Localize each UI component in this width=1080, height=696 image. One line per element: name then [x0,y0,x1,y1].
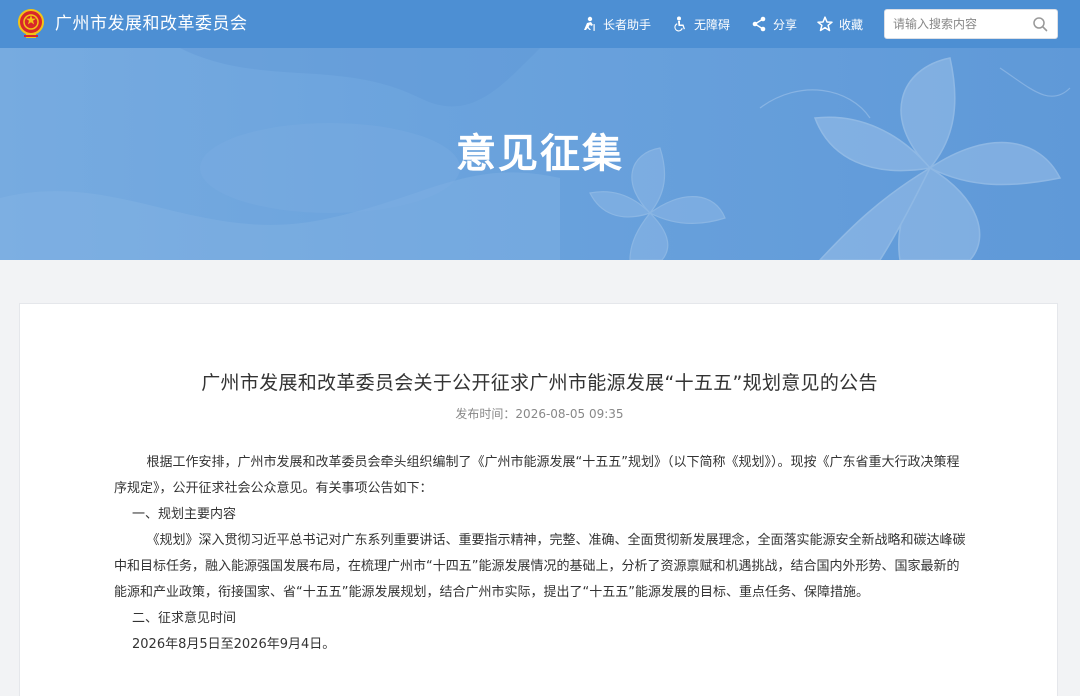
section-heading: 二、征求意见时间 [132,611,237,626]
brand[interactable]: 广州市发展和改革委员会 [18,9,248,39]
share-label: 分享 [773,17,798,32]
accessibility-button[interactable]: 无障碍 [672,15,730,33]
search-input[interactable] [893,10,1025,38]
page-banner: 意见征集 [0,48,1080,260]
article-paragraph: 根据工作安排，广州市发展和改革委员会牵头组织编制了《广州市能源发展“十五五”规划… [114,455,960,496]
publish-time: 发布时间：2026-08-05 09:35 [455,407,624,421]
elder-assist-button[interactable]: 长者助手 [581,15,651,33]
national-emblem-icon [18,9,44,38]
share-button[interactable]: 分享 [751,15,797,33]
share-icon [752,16,766,32]
article-paragraph: 《规划》深入贯彻习近平总书记对广东系列重要讲话、重要指示精神，完整、准确、全面贯… [114,533,966,600]
article-card: 广州市发展和改革委员会关于公开征求广州市能源发展“十五五”规划意见的公告 发布时… [19,303,1058,696]
article-title: 广州市发展和改革委员会关于公开征求广州市能源发展“十五五”规划意见的公告 [201,372,878,394]
accessibility-label: 无障碍 [694,17,731,32]
article-body: 根据工作安排，广州市发展和改革委员会牵头组织编制了《广州市能源发展“十五五”规划… [114,450,966,658]
search-box [884,9,1058,39]
top-header: 广州市发展和改革委员会 长者助手 无障碍 分享 收藏 [0,0,1080,48]
favorite-label: 收藏 [839,17,864,32]
banner-title: 意见征集 [456,131,624,177]
search-icon[interactable] [1032,16,1048,32]
elder-assist-label: 长者助手 [603,17,652,32]
elder-icon [584,16,595,31]
star-icon [817,16,833,32]
article-paragraph: 2026年8月5日至2026年9月4日。 [132,637,336,652]
site-name: 广州市发展和改革委员会 [55,14,248,34]
section-heading: 一、规划主要内容 [132,507,237,522]
accessibility-icon [674,16,685,32]
favorite-button[interactable]: 收藏 [817,15,863,33]
